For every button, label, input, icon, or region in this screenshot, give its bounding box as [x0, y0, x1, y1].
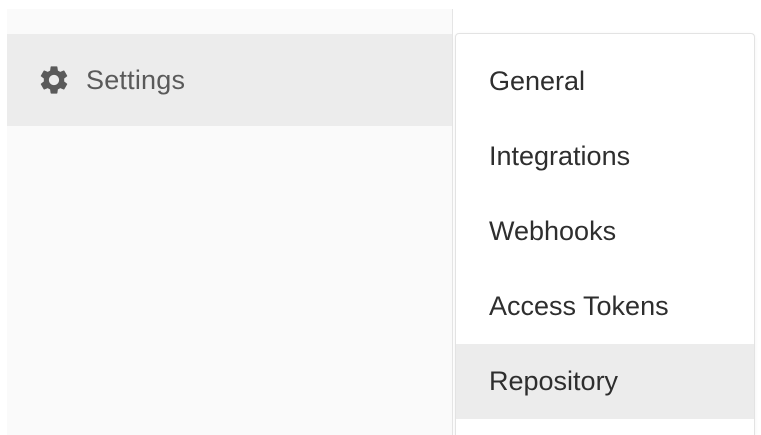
settings-flyout-menu: General Integrations Webhooks Access Tok…: [455, 33, 755, 435]
sidebar: Settings: [7, 9, 452, 435]
sidebar-item-label: Settings: [86, 64, 186, 95]
flyout-item-access-tokens[interactable]: Access Tokens: [456, 269, 754, 344]
flyout-list: General Integrations Webhooks Access Tok…: [456, 44, 754, 419]
page: Settings General Integrations Webhooks A…: [0, 0, 761, 435]
flyout-item-general[interactable]: General: [456, 44, 754, 119]
sidebar-item-settings[interactable]: Settings: [7, 34, 452, 126]
flyout-item-repository[interactable]: Repository: [456, 344, 754, 419]
sidebar-divider: [452, 9, 453, 435]
flyout-item-integrations[interactable]: Integrations: [456, 119, 754, 194]
flyout-item-webhooks[interactable]: Webhooks: [456, 194, 754, 269]
gear-icon: [37, 63, 71, 97]
